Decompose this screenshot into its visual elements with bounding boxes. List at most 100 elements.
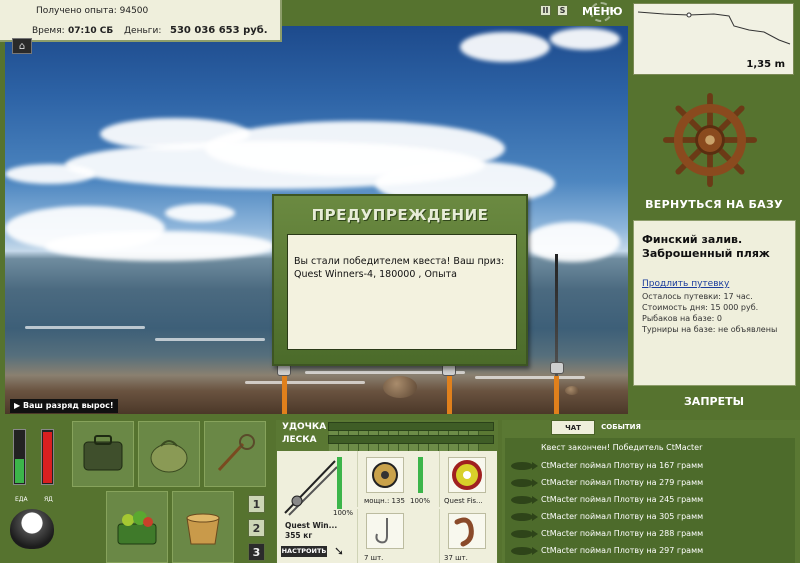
list-item: CtMacter поймал Плотву на 167 грамм <box>505 458 795 474</box>
pause-button[interactable]: II <box>540 5 551 16</box>
page-button-1[interactable]: 1 <box>248 495 265 513</box>
event-text: CtMacter поймал Плотву на 305 грамм <box>541 512 704 521</box>
hook-card[interactable]: 7 шт. <box>357 509 427 563</box>
bait-card[interactable]: 37 шт. <box>439 509 497 563</box>
sound-button[interactable]: S <box>557 5 568 16</box>
tackle-box-icon <box>83 435 123 471</box>
reel-icon <box>372 462 398 488</box>
rank-up-text: Ваш разряд вырос! <box>22 401 114 410</box>
rank-up-message[interactable]: ▶ Ваш разряд вырос! <box>10 399 118 413</box>
reel-image <box>366 457 404 493</box>
time-label: Время: <box>32 26 65 36</box>
dialog-message: Вы стали победителем квеста! Ваш приз: Q… <box>287 234 517 350</box>
line-name: Quest Fis... <box>444 497 483 505</box>
hook-count: 7 шт. <box>364 554 384 562</box>
tune-tackle-button[interactable]: НАСТРОИТЬ <box>281 546 327 557</box>
wave <box>155 338 265 341</box>
line-card[interactable]: Quest Fis... <box>439 451 497 507</box>
inventory-slot-landing-net[interactable] <box>204 421 266 487</box>
inventory-slot-bait-bag[interactable] <box>138 421 200 487</box>
event-text: CtMacter поймал Плотву на 288 грамм <box>541 529 704 538</box>
inventory-slot-bucket[interactable] <box>172 491 234 563</box>
player-info: Получено опыта: 94500 Время: 07:10 СБ Де… <box>0 0 282 42</box>
return-to-base-button[interactable]: ВЕРНУТЬСЯ НА БАЗУ <box>632 196 796 214</box>
wave <box>25 326 145 329</box>
rod-stand <box>447 371 452 414</box>
depth-chart: 1,35 m <box>633 3 794 75</box>
bait-image <box>448 513 486 549</box>
exp-value: 94500 <box>119 6 149 16</box>
exp-label: Получено опыта: <box>36 6 117 16</box>
cloud <box>5 164 95 184</box>
money-label: Деньги: <box>124 26 162 36</box>
page-button-3[interactable]: 3 <box>248 543 265 561</box>
location-info: Финский залив. Заброшенный пляж Продлить… <box>633 220 796 386</box>
extend-trip-link[interactable]: Продлить путевку <box>642 279 787 289</box>
poison-bar-fill <box>43 431 52 483</box>
tab-events[interactable]: СОБЫТИЯ <box>599 420 643 435</box>
food-basket-icon <box>117 511 157 545</box>
rod-weight: 355 кг <box>285 531 313 540</box>
fish-icon <box>511 513 538 521</box>
event-text: CtMacter поймал Плотву на 245 грамм <box>541 495 704 504</box>
cloud <box>550 28 620 50</box>
home-icon[interactable]: ⌂ <box>12 38 32 54</box>
cloud <box>165 204 235 222</box>
event-text: CtMacter поймал Плотву на 279 грамм <box>541 478 704 487</box>
hook-image <box>366 513 404 549</box>
line-label: ЛЕСКА <box>282 435 317 445</box>
reel-icon[interactable] <box>550 362 564 374</box>
list-item: CtMacter поймал Плотву на 279 грамм <box>505 475 795 491</box>
food-bar <box>13 429 26 485</box>
bait-bag-icon <box>150 440 188 473</box>
events-list[interactable]: Квест закончен! Победитель CtMacter CtMa… <box>505 438 795 563</box>
rod-label: УДОЧКА <box>282 422 327 432</box>
rod-stand <box>554 376 559 414</box>
expand-arrow-icon[interactable]: ➘ <box>334 544 344 558</box>
trip-remaining: Осталось путевки: 17 час. <box>642 292 753 301</box>
rod-stand <box>282 371 287 414</box>
rock <box>383 376 417 398</box>
page-button-2[interactable]: 2 <box>248 519 265 537</box>
worm-icon <box>454 517 474 547</box>
fish-icon <box>511 462 538 470</box>
quest-finished-text: Квест закончен! Победитель CtMacter <box>541 443 703 452</box>
food-label: ЕДА <box>15 496 28 503</box>
tournaments-info: Турниры на базе: не объявлены <box>642 325 778 334</box>
list-item: CtMacter поймал Плотву на 288 грамм <box>505 526 795 542</box>
menu-button[interactable]: МЕНЮ <box>582 4 623 20</box>
anglers-count: Рыбаков на базе: 0 <box>642 314 722 323</box>
fish-icon <box>511 547 538 555</box>
depth-value: 1,35 m <box>746 59 785 70</box>
rod-name: Quest Win... <box>285 521 338 530</box>
time-value: 07:10 СБ <box>68 26 114 36</box>
float-marker <box>686 12 692 18</box>
cauldron-icon[interactable] <box>10 509 54 549</box>
list-item: CtMacter поймал Плотву на 305 грамм <box>505 509 795 525</box>
reel-card[interactable]: мощн.: 135 100% <box>357 451 430 507</box>
fish-icon <box>511 530 538 538</box>
rod-icon[interactable] <box>281 457 339 517</box>
cloud <box>460 32 550 62</box>
reel-condition-bar <box>418 457 423 493</box>
inventory-slot-tackle-box[interactable] <box>72 421 134 487</box>
bans-button[interactable]: ЗАПРЕТЫ <box>632 393 796 411</box>
wave <box>475 376 585 379</box>
dialog-title: ПРЕДУПРЕЖДЕНИЕ <box>311 206 489 224</box>
list-item: CtMacter поймал Плотву на 245 грамм <box>505 492 795 508</box>
cloud <box>45 231 275 261</box>
reel-power: мощн.: 135 <box>364 497 405 505</box>
warning-dialog[interactable]: ПРЕДУПРЕЖДЕНИЕ Вы стали победителем квес… <box>272 194 528 366</box>
bucket-icon <box>186 513 220 545</box>
hook-icon <box>375 518 388 544</box>
tab-chat[interactable]: ЧАТ <box>551 420 595 435</box>
game-screen: Получено опыта: 94500 Время: 07:10 СБ Де… <box>0 0 800 563</box>
ship-wheel-icon[interactable] <box>662 92 758 188</box>
line-tension-bar <box>328 435 494 451</box>
inventory-slot-food-basket[interactable] <box>106 491 168 563</box>
list-item: CtMacter поймал Плотву на 297 грамм <box>505 543 795 559</box>
exp-row: Получено опыта: 94500 <box>36 6 148 16</box>
line-spool-image <box>448 457 486 493</box>
event-text: CtMacter поймал Плотву на 167 грамм <box>541 461 704 470</box>
food-bar-fill <box>15 458 24 483</box>
